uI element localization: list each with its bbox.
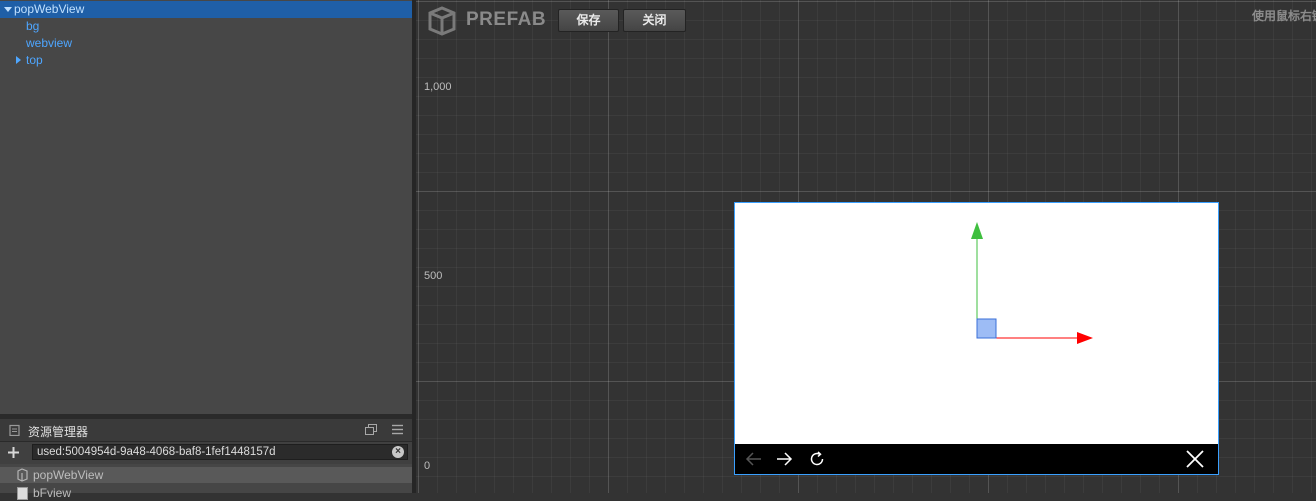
menu-icon[interactable] [392,424,403,435]
x-axis-arrow-icon[interactable] [1077,332,1093,344]
clipboard-icon [9,424,20,436]
prefab-mode-title: PREFAB [466,9,547,30]
close-x-icon[interactable] [1185,449,1205,469]
popout-icon[interactable] [365,424,377,435]
tree-node-bg[interactable]: bg [0,18,412,35]
asset-row-popwebview[interactable]: popWebView [0,467,412,483]
scene-view[interactable]: PREFAB 保存 关闭 使用鼠标右键 1,000 500 0 [416,0,1316,493]
hierarchy-panel: popWebView bg webview top [0,0,412,414]
assets-panel: 资源管理器 × popWebView bFview [0,419,412,500]
close-button[interactable]: 关闭 [623,9,686,32]
y-axis-arrow-icon[interactable] [971,222,983,239]
assets-toolbar: × [0,442,412,464]
webview-toolbar [735,444,1218,474]
asset-label: popWebView [33,468,104,482]
move-gizmo[interactable] [968,218,1102,348]
asset-search-input[interactable] [32,444,408,460]
save-button[interactable]: 保存 [558,9,619,32]
axis-label-1000: 1,000 [424,81,452,93]
asset-row-bfview[interactable]: bFview [0,485,412,501]
tree-node-label: top [26,53,43,67]
tree-node-label: popWebView [14,2,85,16]
refresh-icon[interactable] [808,449,826,469]
file-icon [17,487,28,500]
clear-search-icon[interactable]: × [392,446,404,458]
assets-panel-title: 资源管理器 [28,425,89,439]
tree-node-label: webview [26,36,73,50]
tree-node-webview[interactable]: webview [0,35,412,52]
triangle-right-icon[interactable] [16,56,21,64]
hint-text: 使用鼠标右键 [1252,9,1316,23]
prefab-icon [17,468,28,482]
assets-panel-header: 资源管理器 [0,419,412,442]
add-icon[interactable] [8,447,19,458]
forward-arrow-icon[interactable] [775,449,793,469]
asset-label: bFview [33,486,72,500]
prefab-logo-icon [428,6,456,36]
xy-plane-handle[interactable] [976,318,997,339]
tree-node-popwebview[interactable]: popWebView [0,1,412,18]
axis-label-500: 500 [424,270,443,282]
tree-node-top[interactable]: top [0,52,412,69]
triangle-down-icon[interactable] [4,7,12,12]
tree-node-label: bg [26,19,40,33]
axis-label-0: 0 [424,460,431,472]
back-arrow-icon[interactable] [745,449,763,469]
